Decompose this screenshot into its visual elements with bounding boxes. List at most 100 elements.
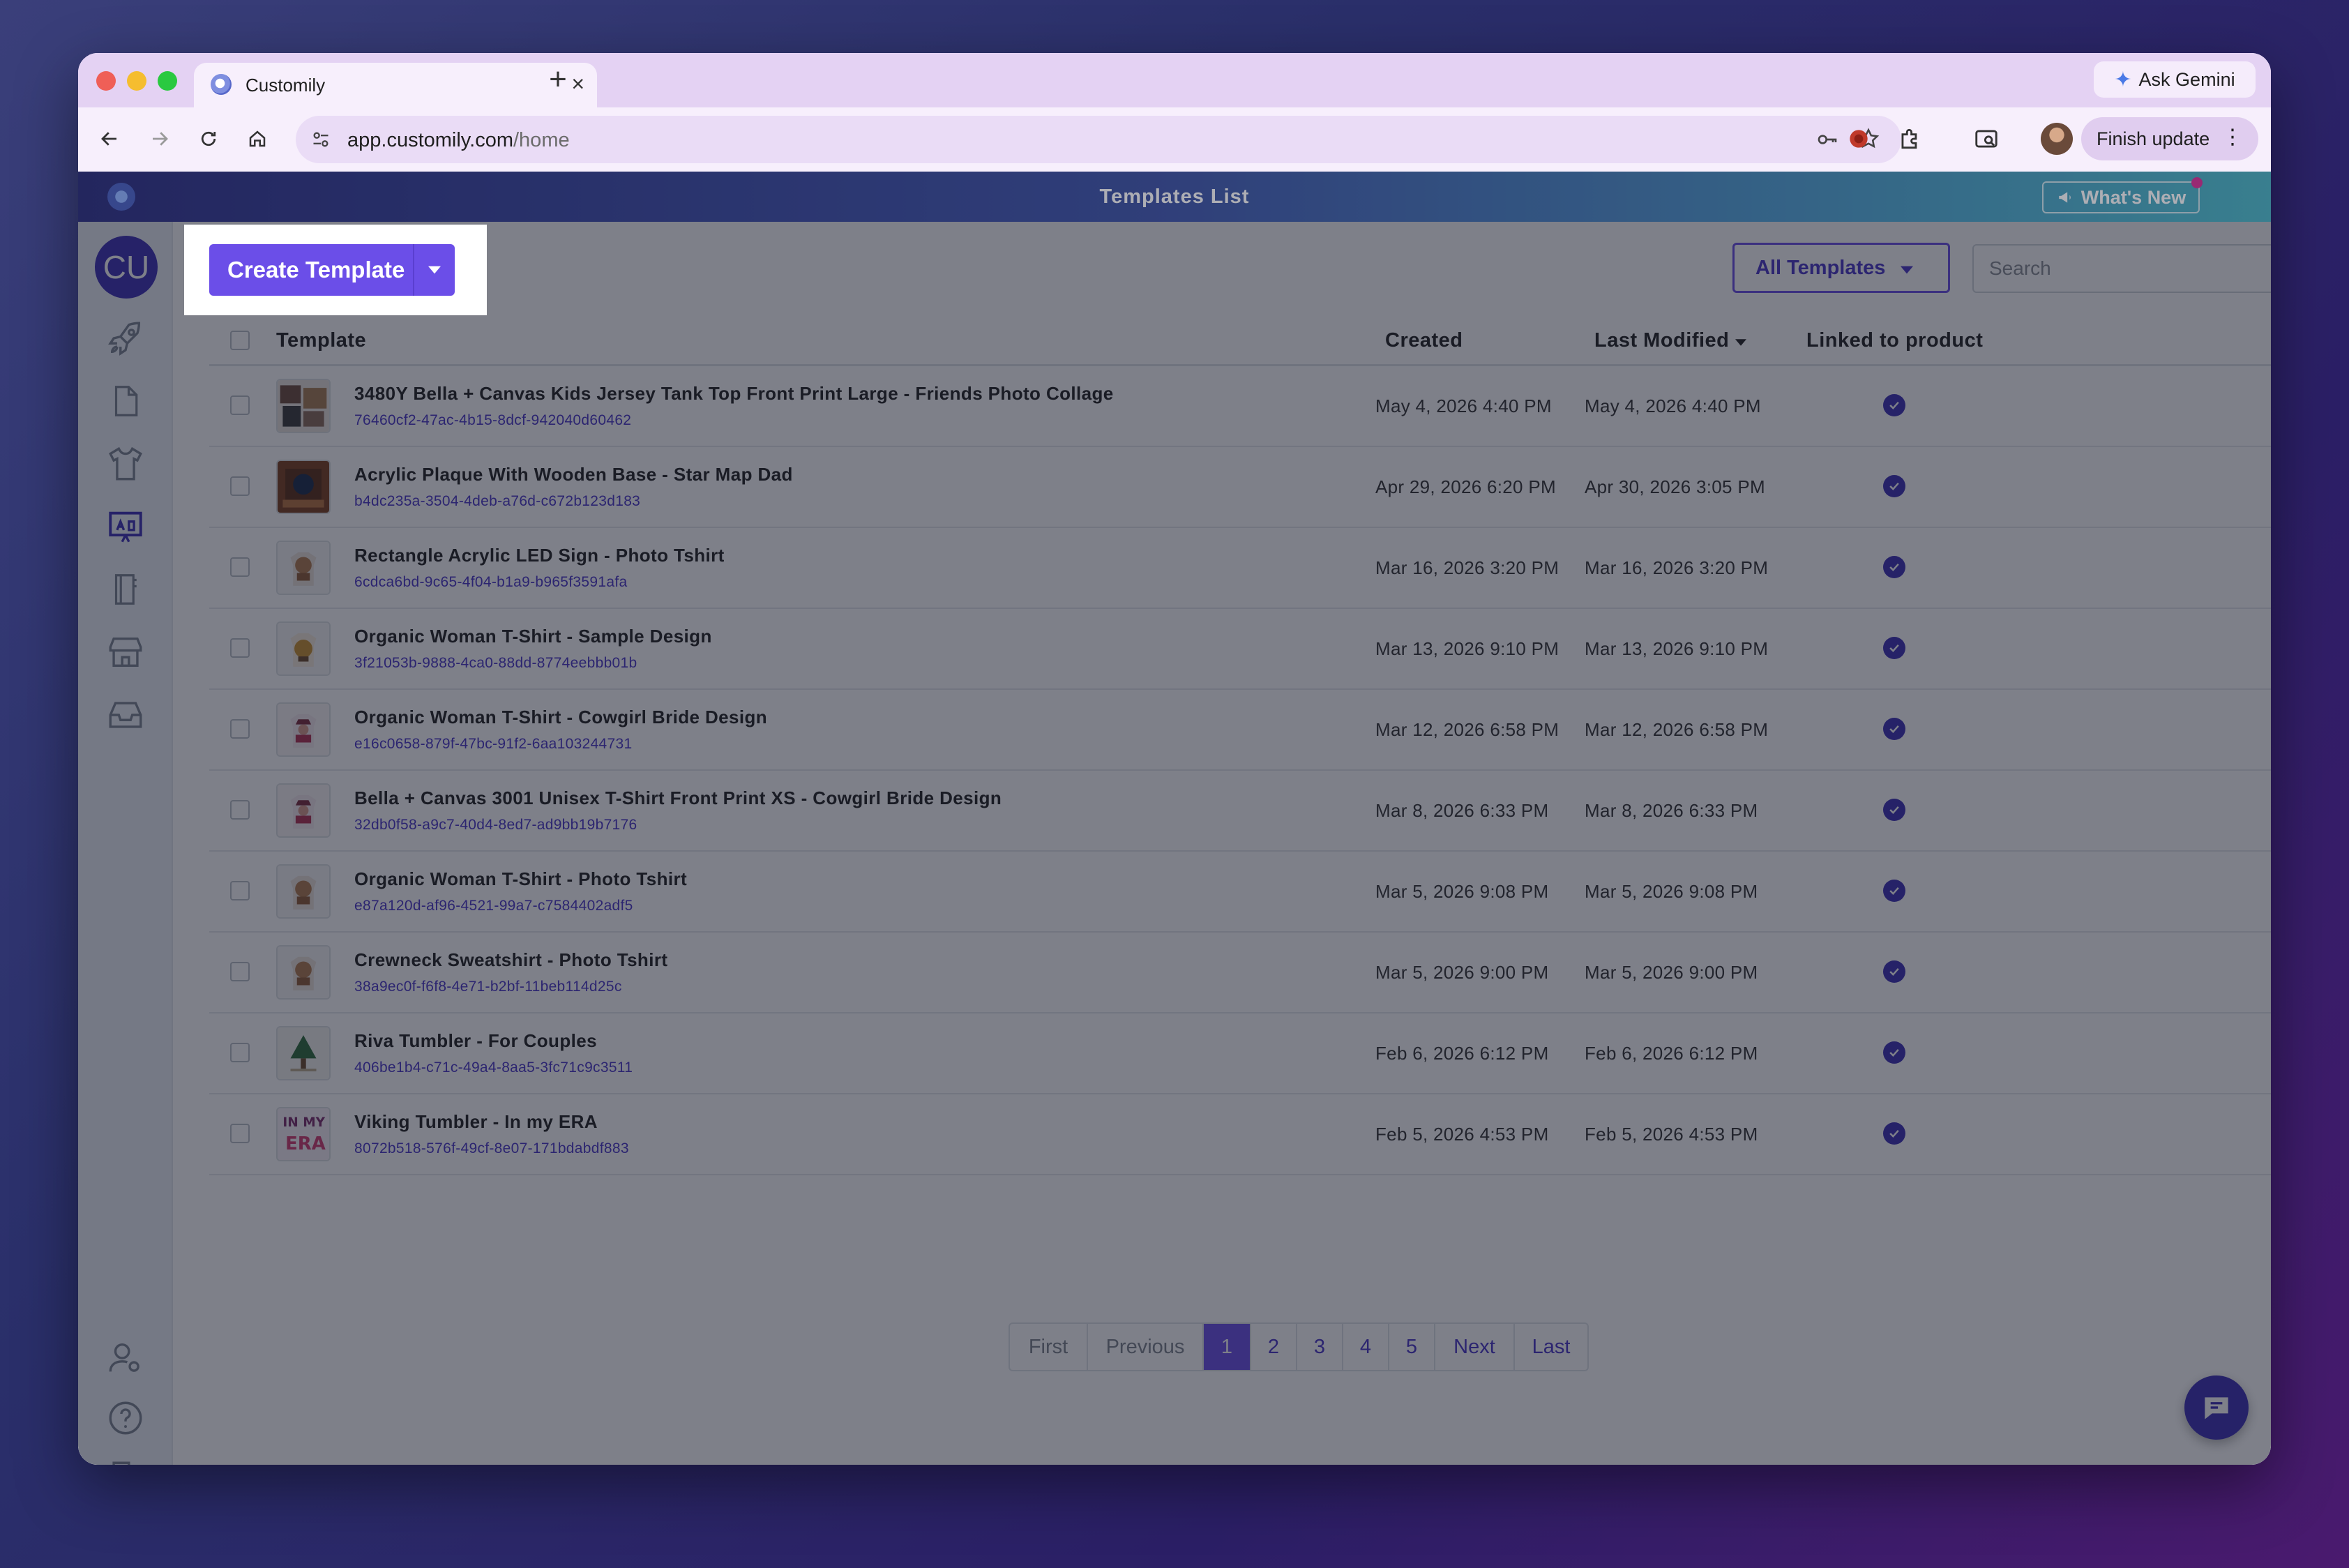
template-name[interactable]: Organic Woman T-Shirt - Cowgirl Bride De… — [354, 707, 767, 728]
chevron-down-icon — [1901, 266, 1913, 274]
browser-tab-bar: Customily × + ✦ Ask Gemini — [78, 53, 2271, 107]
new-tab-button[interactable]: + — [537, 60, 579, 99]
search-input[interactable] — [1972, 244, 2271, 293]
template-thumbnail[interactable] — [276, 783, 331, 838]
template-name[interactable]: Riva Tumbler - For Couples — [354, 1030, 597, 1052]
template-name[interactable]: Rectangle Acrylic LED Sign - Photo Tshir… — [354, 545, 725, 566]
forward-arrow-icon[interactable] — [142, 121, 177, 156]
select-all-checkbox[interactable] — [230, 331, 250, 350]
page-5[interactable]: 5 — [1389, 1324, 1435, 1370]
page-next[interactable]: Next — [1435, 1324, 1515, 1370]
chat-button[interactable] — [2184, 1375, 2249, 1440]
row-checkbox[interactable] — [230, 1043, 250, 1062]
table-row[interactable]: Organic Woman T-Shirt - Cowgirl Bride De… — [209, 690, 2271, 771]
row-checkbox[interactable] — [230, 962, 250, 981]
whats-new-button[interactable]: What's New — [2042, 177, 2203, 213]
chat-icon — [2205, 1397, 2228, 1419]
site-settings-icon[interactable] — [311, 130, 331, 149]
home-icon[interactable] — [240, 121, 275, 156]
template-thumbnail[interactable] — [276, 541, 331, 595]
column-template[interactable]: Template — [276, 329, 366, 352]
row-checkbox[interactable] — [230, 557, 250, 577]
row-checkbox[interactable] — [230, 395, 250, 415]
created-date: Mar 12, 2026 6:58 PM — [1375, 719, 1559, 740]
close-window-button[interactable] — [96, 71, 116, 91]
table-row[interactable]: Crewneck Sweatshirt - Photo Tshirt 38a9ec… — [209, 933, 2271, 1013]
rocket-icon[interactable] — [104, 317, 147, 360]
check-circle-icon — [1883, 960, 1905, 983]
minimize-window-button[interactable] — [127, 71, 146, 91]
column-created[interactable]: Created — [1385, 329, 1463, 352]
row-checkbox[interactable] — [230, 476, 250, 496]
reload-icon[interactable] — [191, 121, 226, 156]
table-row[interactable]: Organic Woman T-Shirt - Photo Tshirt e87a… — [209, 852, 2271, 933]
profile-avatar[interactable] — [2041, 123, 2073, 155]
store-icon[interactable] — [104, 631, 147, 674]
inbox-icon[interactable] — [104, 693, 147, 737]
template-thumbnail[interactable] — [276, 1026, 331, 1080]
user-avatar[interactable]: CU — [95, 236, 158, 299]
check-circle-icon — [1883, 1041, 1905, 1064]
table-row[interactable]: Bella + Canvas 3001 Unisex T-Shirt Front… — [209, 771, 2271, 852]
finish-update-button[interactable]: Finish update ⋮ — [2081, 117, 2258, 160]
template-name[interactable]: Organic Woman T-Shirt - Sample Design — [354, 626, 712, 647]
row-checkbox[interactable] — [230, 800, 250, 820]
table-row[interactable]: Organic Woman T-Shirt - Sample Design 3f2… — [209, 609, 2271, 690]
created-date: Mar 13, 2026 9:10 PM — [1375, 638, 1559, 659]
page-3[interactable]: 3 — [1297, 1324, 1343, 1370]
address-bar[interactable]: app.customily.com/home — [296, 116, 1901, 163]
templates-table: Template Created Last Modified Linked to… — [209, 319, 2271, 1175]
template-name[interactable]: Organic Woman T-Shirt - Photo Tshirt — [354, 868, 687, 890]
template-thumbnail[interactable] — [276, 460, 331, 514]
template-thumbnail[interactable] — [276, 702, 331, 757]
page-2[interactable]: 2 — [1251, 1324, 1297, 1370]
row-checkbox[interactable] — [230, 719, 250, 739]
page-1[interactable]: 1 — [1204, 1324, 1251, 1370]
template-name[interactable]: Crewneck Sweatshirt - Photo Tshirt — [354, 949, 667, 971]
row-checkbox[interactable] — [230, 638, 250, 658]
create-dropdown-caret-icon[interactable] — [413, 244, 455, 296]
template-name[interactable]: 3480Y Bella + Canvas Kids Jersey Tank To… — [354, 383, 1114, 405]
table-row[interactable]: Acrylic Plaque With Wooden Base - Star M… — [209, 447, 2271, 528]
row-checkbox[interactable] — [230, 1124, 250, 1143]
table-row[interactable]: Riva Tumbler - For Couples 406be1b4-c71c-… — [209, 1013, 2271, 1094]
table-row[interactable]: IN MY ERA Viking Tumbler - In my ERA 8072b5… — [209, 1094, 2271, 1175]
extension-red-icon[interactable] — [1845, 126, 1872, 152]
tshirt-icon[interactable] — [104, 442, 147, 485]
page-first[interactable]: First — [1010, 1324, 1088, 1370]
back-arrow-icon[interactable] — [92, 121, 127, 156]
created-date: Mar 5, 2026 9:08 PM — [1375, 881, 1549, 902]
column-linked[interactable]: Linked to product — [1806, 329, 1983, 352]
table-row[interactable]: Rectangle Acrylic LED Sign - Photo Tshir… — [209, 528, 2271, 609]
document-icon[interactable] — [104, 379, 147, 423]
design-board-icon[interactable] — [104, 505, 147, 548]
column-last-modified[interactable]: Last Modified — [1594, 329, 1746, 352]
help-icon[interactable] — [104, 1396, 147, 1440]
template-name[interactable]: Acrylic Plaque With Wooden Base - Star M… — [354, 464, 793, 485]
maximize-window-button[interactable] — [158, 71, 177, 91]
ask-gemini-button[interactable]: ✦ Ask Gemini — [2094, 61, 2256, 98]
extensions-puzzle-icon[interactable] — [1897, 126, 1924, 152]
template-thumbnail[interactable] — [276, 621, 331, 676]
template-thumbnail[interactable] — [276, 864, 331, 919]
table-row[interactable]: 3480Y Bella + Canvas Kids Jersey Tank To… — [209, 366, 2271, 447]
template-name[interactable]: Viking Tumbler - In my ERA — [354, 1111, 598, 1133]
row-checkbox[interactable] — [230, 881, 250, 900]
page-last[interactable]: Last — [1515, 1324, 1587, 1370]
template-thumbnail[interactable] — [276, 379, 331, 433]
tab-search-icon[interactable] — [1972, 126, 2000, 152]
notebook-icon[interactable] — [104, 568, 147, 611]
page-previous[interactable]: Previous — [1088, 1324, 1204, 1370]
user-settings-icon[interactable] — [104, 1336, 147, 1380]
template-name[interactable]: Bella + Canvas 3001 Unisex T-Shirt Front… — [354, 787, 1002, 809]
create-template-button[interactable]: Create Template — [209, 244, 455, 296]
template-id: e87a120d-af96-4521-99a7-c7584402adf5 — [354, 898, 633, 914]
template-thumbnail[interactable] — [276, 945, 331, 1000]
more-menu-icon[interactable]: ⋮ — [2222, 126, 2243, 149]
all-templates-dropdown[interactable]: All Templates — [1732, 243, 1950, 293]
template-id: 6cdca6bd-9c65-4f04-b1a9-b965f3591afa — [354, 574, 628, 590]
page-4[interactable]: 4 — [1343, 1324, 1389, 1370]
template-thumbnail[interactable]: IN MY ERA — [276, 1107, 331, 1161]
password-key-icon[interactable] — [1815, 128, 1840, 151]
logout-icon[interactable] — [104, 1456, 147, 1465]
